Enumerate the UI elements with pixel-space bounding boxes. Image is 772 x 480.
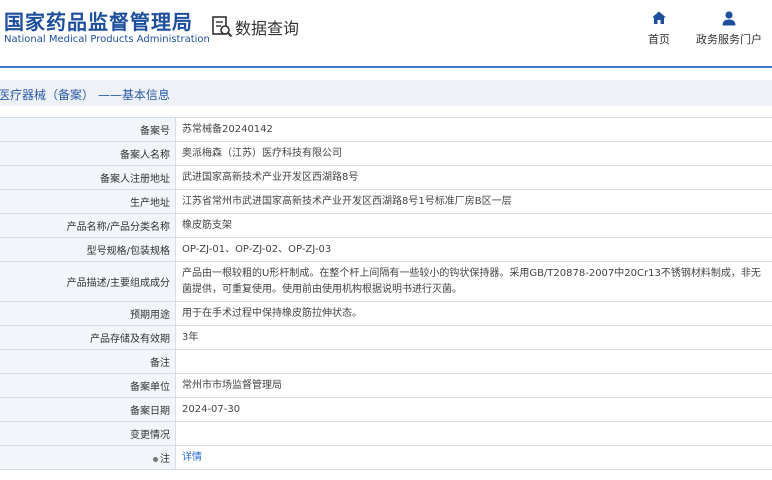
field-value: 江苏省常州市武进国家高新技术产业开发区西湖路8号1号标准厂房B区一层 xyxy=(175,189,772,214)
field-value xyxy=(175,349,772,374)
header-divider xyxy=(0,66,772,68)
home-icon xyxy=(652,11,666,24)
field-value: 用于在手术过程中保持橡皮筋拉伸状态。 xyxy=(175,301,772,326)
field-value xyxy=(175,421,772,446)
field-label: 备案人名称 xyxy=(0,141,176,166)
nav-gov-service-portal[interactable]: 政务服务门户 xyxy=(694,10,764,47)
field-value: 武进国家高新技术产业开发区西湖路8号 xyxy=(175,165,772,190)
table-row: 预期用途 用于在手术过程中保持橡皮筋拉伸状态。 xyxy=(0,301,772,326)
site-logo-subtitle: National Medical Products Administration xyxy=(4,34,210,45)
field-label: 产品名称/产品分类名称 xyxy=(0,213,176,238)
field-label: 变更情况 xyxy=(0,421,176,446)
data-query-title: 数据查询 xyxy=(211,14,299,40)
breadcrumb-text: 医疗器械（备案） ——基本信息 xyxy=(0,88,170,102)
field-value: 奥派梅森（江苏）医疗科技有限公司 xyxy=(175,141,772,166)
table-row: 备案人名称 奥派梅森（江苏）医疗科技有限公司 xyxy=(0,141,772,166)
field-value: 常州市市场监督管理局 xyxy=(175,373,772,398)
field-value: 2024-07-30 xyxy=(175,397,772,422)
field-label: 型号规格/包装规格 xyxy=(0,237,176,262)
table-row: 备案号 苏常械备20240142 xyxy=(0,117,772,142)
table-row: 备案人注册地址 武进国家高新技术产业开发区西湖路8号 xyxy=(0,165,772,190)
table-row: 生产地址 江苏省常州市武进国家高新技术产业开发区西湖路8号1号标准厂房B区一层 xyxy=(0,189,772,214)
table-row: 变更情况 xyxy=(0,421,772,446)
bullet-icon xyxy=(153,456,158,462)
note-value-cell: 详情 xyxy=(175,445,772,470)
table-row: 产品描述/主要组成成分 产品由一根较粗的U形杆制成。在整个杆上间隔有一些较小的钩… xyxy=(0,261,772,302)
field-label: 备注 xyxy=(0,349,176,374)
table-row: 注 详情 xyxy=(0,445,772,470)
site-logo-title[interactable]: 国家药品监督管理局 xyxy=(4,6,193,35)
note-label-cell: 注 xyxy=(0,445,176,470)
user-icon xyxy=(722,11,736,26)
table-row: 型号规格/包装规格 OP-ZJ-01、OP-ZJ-02、OP-ZJ-03 xyxy=(0,237,772,262)
nav-home[interactable]: 首页 xyxy=(624,10,694,47)
record-detail-table: 备案号 苏常械备20240142 备案人名称 奥派梅森（江苏）医疗科技有限公司 … xyxy=(0,117,772,470)
field-label: 生产地址 xyxy=(0,189,176,214)
field-label: 备案号 xyxy=(0,117,176,142)
details-link[interactable]: 详情 xyxy=(182,452,202,463)
field-value: 3年 xyxy=(175,325,772,350)
nav-home-label: 首页 xyxy=(648,33,670,46)
field-label: 注 xyxy=(160,454,170,465)
table-row: 产品名称/产品分类名称 橡皮筋支架 xyxy=(0,213,772,238)
table-row: 备案日期 2024-07-30 xyxy=(0,397,772,422)
data-query-label: 数据查询 xyxy=(235,19,300,38)
field-label: 产品描述/主要组成成分 xyxy=(0,261,176,302)
field-value: OP-ZJ-01、OP-ZJ-02、OP-ZJ-03 xyxy=(175,237,772,262)
field-label: 备案日期 xyxy=(0,397,176,422)
nav-portal-label: 政务服务门户 xyxy=(696,33,762,46)
site-header: 国家药品监督管理局 National Medical Products Admi… xyxy=(0,0,772,66)
table-row: 备案单位 常州市市场监督管理局 xyxy=(0,373,772,398)
field-label: 备案单位 xyxy=(0,373,176,398)
field-value: 苏常械备20240142 xyxy=(175,117,772,142)
table-row: 产品存储及有效期 3年 xyxy=(0,325,772,350)
field-value: 橡皮筋支架 xyxy=(175,213,772,238)
document-search-icon xyxy=(212,16,233,38)
breadcrumb: 医疗器械（备案） ——基本信息 xyxy=(0,80,772,106)
field-label: 备案人注册地址 xyxy=(0,165,176,190)
field-value: 产品由一根较粗的U形杆制成。在整个杆上间隔有一些较小的钩状保持器。采用GB/T2… xyxy=(175,261,772,302)
table-row: 备注 xyxy=(0,349,772,374)
field-label: 产品存储及有效期 xyxy=(0,325,176,350)
field-label: 预期用途 xyxy=(0,301,176,326)
